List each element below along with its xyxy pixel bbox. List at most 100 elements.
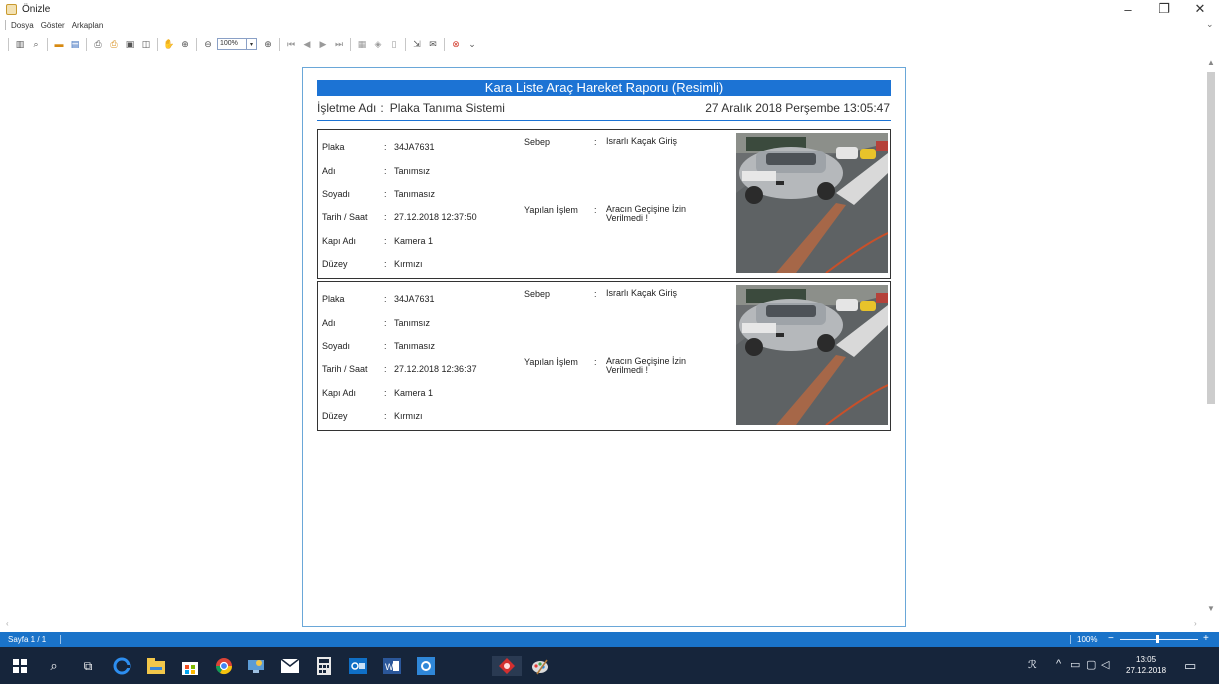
soyadi-value: Tanımasız: [394, 189, 436, 199]
exit-icon[interactable]: ⊗: [449, 37, 463, 51]
multipage-icon[interactable]: ▦: [355, 37, 369, 51]
close-button[interactable]: ✕: [1182, 0, 1218, 18]
file-explorer-icon[interactable]: [146, 656, 166, 676]
zoom-slider[interactable]: [1120, 639, 1198, 640]
zoom-in-button[interactable]: +: [1203, 633, 1209, 644]
kapi-value: Kamera 1: [394, 388, 434, 398]
network-icon[interactable]: ▢: [1086, 658, 1096, 671]
outlook-icon[interactable]: [348, 656, 368, 676]
notification-icon[interactable]: ▭: [1184, 658, 1196, 674]
field-islem: Yapılan İşlem : Aracın Geçişine İzin Ver…: [524, 205, 716, 223]
remote-desktop-icon[interactable]: [246, 656, 266, 676]
field-duzey: Düzey : Kırmızı: [322, 259, 423, 269]
edge-browser-icon[interactable]: [112, 656, 132, 676]
title-bar: Önizle: [0, 0, 1219, 18]
window-title: Önizle: [22, 3, 51, 15]
scroll-right-icon[interactable]: ›: [1194, 619, 1197, 628]
save-icon[interactable]: ▤: [68, 37, 82, 51]
zoom-input[interactable]: 100%: [217, 38, 247, 50]
search-icon[interactable]: ⌕: [44, 656, 64, 676]
field-soyadi: Soyadı : Tanımasız: [322, 189, 436, 199]
menu-goster[interactable]: Göster: [41, 21, 65, 30]
paint-icon[interactable]: [530, 656, 550, 676]
scroll-thumb[interactable]: [1207, 72, 1215, 404]
company-name: Plaka Tanıma Sistemi: [389, 101, 505, 115]
clock-date: 27.12.2018: [1126, 666, 1167, 675]
quick-print-icon[interactable]: ⎙: [107, 37, 121, 51]
mail-icon[interactable]: [280, 656, 300, 676]
adi-value: Tanımsız: [394, 166, 431, 176]
first-page-icon[interactable]: ⏮: [284, 37, 298, 51]
record-card: Plaka : 34JA7631 Adı : Tanımsız Soyadı :…: [317, 129, 891, 279]
menu-grip: [5, 20, 6, 30]
company-label: İşletme Adı: [317, 101, 377, 115]
vertical-scrollbar[interactable]: ▲ ▼: [1203, 56, 1219, 616]
thumbnails-icon[interactable]: ▥: [13, 37, 27, 51]
app-icon: [6, 3, 17, 15]
menu-dosya[interactable]: Dosya: [11, 21, 34, 30]
next-page-icon[interactable]: ▶: [316, 37, 330, 51]
menu-arkaplan[interactable]: Arkaplan: [72, 21, 104, 30]
plaka-value: 34JA7631: [394, 142, 435, 152]
word-icon[interactable]: W: [382, 656, 402, 676]
zoom-dropdown-icon[interactable]: ▾: [247, 38, 257, 50]
adi-value: Tanımsız: [394, 318, 431, 328]
calculator-icon[interactable]: [314, 656, 334, 676]
clock-time: 13:05: [1136, 655, 1157, 664]
store-icon[interactable]: [180, 656, 200, 676]
field-adi: Adı : Tanımsız: [322, 166, 431, 176]
field-sebep: Sebep : Israrlı Kaçak Giriş: [524, 289, 716, 300]
plaka-value: 34JA7631: [394, 294, 435, 304]
open-folder-icon[interactable]: ▬: [52, 37, 66, 51]
scroll-down-icon[interactable]: ▼: [1207, 604, 1215, 613]
zoom-out-icon[interactable]: ⊖: [201, 37, 215, 51]
zoom-slider-thumb[interactable]: [1156, 635, 1159, 643]
clock[interactable]: 13:05 27.12.2018: [1126, 654, 1166, 676]
find-icon[interactable]: ⌕: [29, 37, 43, 51]
active-app-icon[interactable]: [492, 656, 522, 676]
watermark-icon[interactable]: ▯: [387, 37, 401, 51]
scroll-up-icon[interactable]: ▲: [1207, 58, 1215, 67]
field-sebep: Sebep : Israrlı Kaçak Giriş: [524, 137, 716, 148]
toolbar: ▥ ⌕ ▬ ▤ ⎙ ⎙ ▣ ◫ ✋ ⊕ ⊖ 100% ▾ ⊕ ⏮ ◀ ▶ ⏭ ▦…: [0, 34, 481, 54]
record-card: Plaka : 34JA7631 Adı : Tanımsız Soyadı :…: [317, 281, 891, 431]
people-icon[interactable]: ℛ: [1028, 658, 1037, 671]
scale-icon[interactable]: ◫: [139, 37, 153, 51]
chevron-down-icon[interactable]: ⌄: [1206, 19, 1214, 30]
svg-text:W: W: [385, 662, 394, 672]
print-icon[interactable]: ⎙: [91, 37, 105, 51]
chevron-down-icon[interactable]: ⌄: [465, 37, 479, 51]
hand-tool-icon[interactable]: ✋: [162, 37, 176, 51]
magnifier-icon[interactable]: ⊕: [178, 37, 192, 51]
zoom-out-button[interactable]: −: [1108, 633, 1114, 644]
battery-icon[interactable]: ▭: [1070, 658, 1080, 671]
company-line: İşletme Adı : Plaka Tanıma Sistemi: [317, 101, 505, 115]
background-color-icon[interactable]: ◈: [371, 37, 385, 51]
page-setup-icon[interactable]: ▣: [123, 37, 137, 51]
field-duzey: Düzey : Kırmızı: [322, 411, 423, 421]
chrome-icon[interactable]: [214, 656, 234, 676]
whatsapp-icon[interactable]: [416, 656, 436, 676]
minimize-button[interactable]: –: [1110, 0, 1146, 18]
field-kapi: Kapı Adı : Kamera 1: [322, 236, 434, 246]
tarih-value: 27.12.2018 12:37:50: [394, 212, 477, 222]
windows-start-icon[interactable]: [10, 656, 30, 676]
kapi-value: Kamera 1: [394, 236, 434, 246]
send-email-icon[interactable]: ✉: [426, 37, 440, 51]
restore-button[interactable]: ❐: [1146, 0, 1182, 18]
tarih-value: 27.12.2018 12:36:37: [394, 364, 477, 374]
zoom-in-icon[interactable]: ⊕: [261, 37, 275, 51]
duzey-value: Kırmızı: [394, 411, 423, 421]
chevron-up-icon[interactable]: ^: [1056, 658, 1061, 670]
volume-icon[interactable]: ◁: [1101, 658, 1109, 671]
page-indicator: Sayfa 1 / 1: [8, 635, 47, 644]
menu-bar: Dosya Göster Arkaplan: [0, 18, 110, 32]
report-page: Kara Liste Araç Hareket Raporu (Resimli)…: [302, 67, 906, 627]
last-page-icon[interactable]: ⏭: [332, 37, 346, 51]
export-icon[interactable]: ⇲: [410, 37, 424, 51]
previous-page-icon[interactable]: ◀: [300, 37, 314, 51]
zoom-percent[interactable]: 100%: [1077, 635, 1097, 644]
scroll-left-icon[interactable]: ‹: [6, 619, 9, 628]
task-view-icon[interactable]: ⧉: [78, 656, 98, 676]
field-soyadi: Soyadı : Tanımasız: [322, 341, 436, 351]
